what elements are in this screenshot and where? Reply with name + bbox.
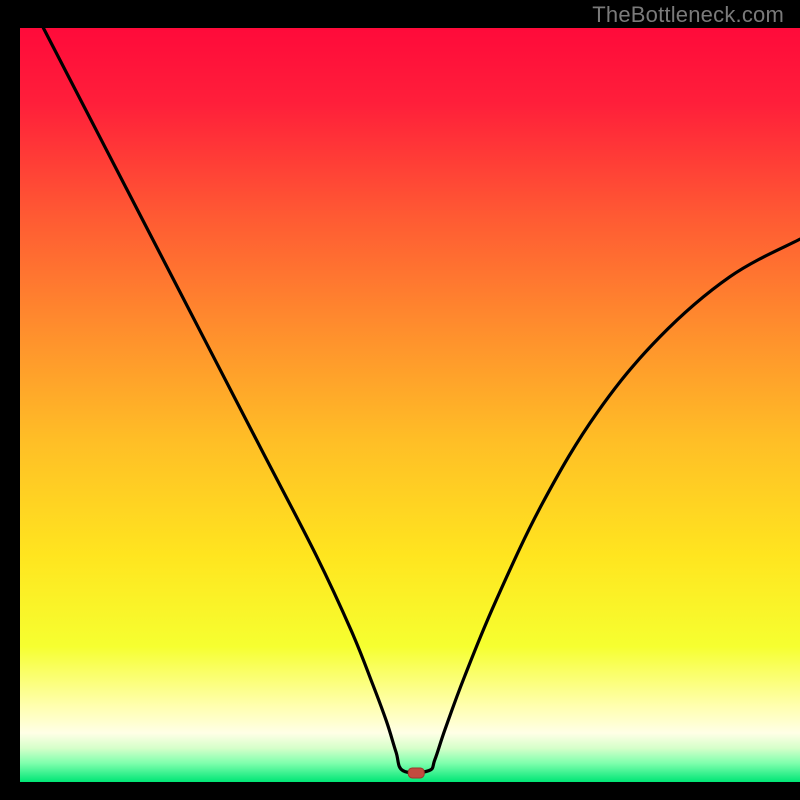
bottleneck-chart [0,0,800,800]
chart-frame: TheBottleneck.com [0,0,800,800]
plot-background [20,28,800,782]
watermark-label: TheBottleneck.com [592,2,784,28]
optimal-marker [408,768,424,778]
